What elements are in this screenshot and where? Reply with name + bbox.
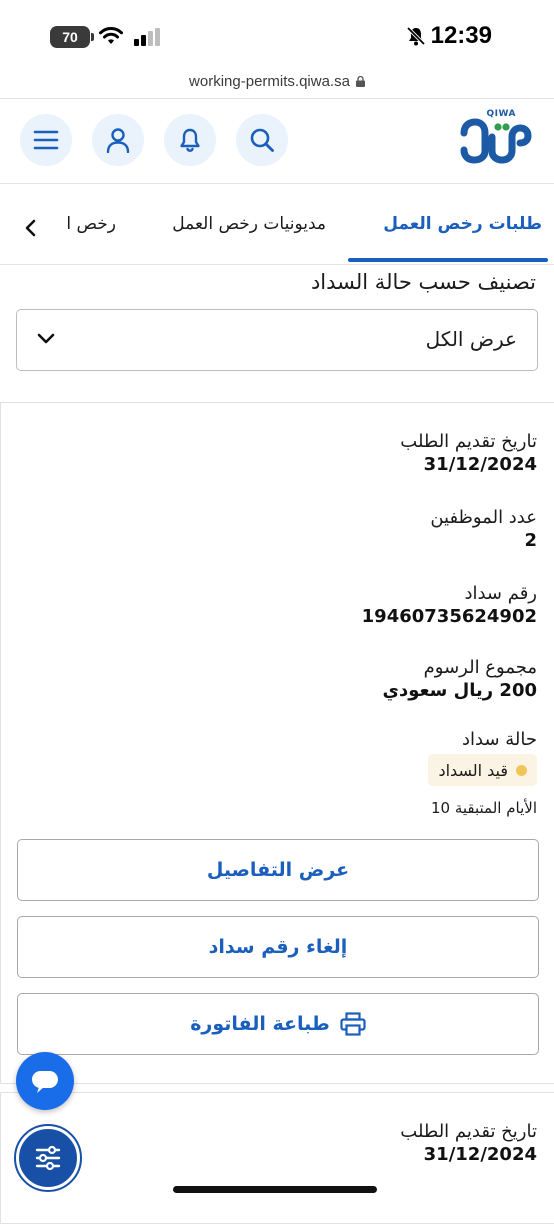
- url-text[interactable]: working-permits.qiwa.sa: [189, 73, 350, 90]
- active-tab-indicator: [348, 258, 548, 262]
- accessibility-settings-button[interactable]: [14, 1124, 82, 1192]
- bell-icon: [180, 128, 200, 152]
- employees-value: 2: [524, 530, 537, 551]
- clock: 12:39: [430, 22, 492, 49]
- select-value: عرض الكل: [425, 327, 517, 351]
- chat-support-button[interactable]: [16, 1052, 74, 1110]
- employees-field: عدد الموظفين 2: [430, 507, 537, 551]
- cancel-payment-label: إلغاء رقم سداد: [208, 936, 348, 958]
- battery-level: 70: [62, 29, 78, 45]
- total-fees-value: 200 ريال سعودي: [382, 680, 538, 701]
- view-details-button[interactable]: عرض التفاصيل: [17, 839, 539, 901]
- submission-date-value: 31/12/2024: [423, 454, 537, 475]
- logo-text: QIWA: [486, 109, 516, 119]
- battery-icon: 70: [50, 26, 94, 48]
- qiwa-logo[interactable]: QIWA: [456, 109, 534, 171]
- payment-status-label: حالة سداد: [461, 729, 537, 750]
- menu-button[interactable]: [20, 114, 72, 166]
- view-details-label: عرض التفاصيل: [206, 859, 350, 881]
- tab-work-permit-debts[interactable]: مديونيات رخص العمل: [172, 214, 326, 234]
- address-bar[interactable]: working-permits.qiwa.sa: [0, 64, 554, 98]
- lock-icon: [355, 75, 365, 87]
- payment-number-field: رقم سداد 19460735624902: [362, 583, 537, 627]
- print-invoice-button[interactable]: طباعة الفاتورة: [17, 993, 539, 1055]
- payment-number-label: رقم سداد: [464, 583, 537, 604]
- notifications-button[interactable]: [164, 114, 216, 166]
- request-card: تاريخ تقديم الطلب 31/12/2024 عدد الموظفي…: [0, 402, 554, 1084]
- tab-bar: طلبات رخص العمل مديونيات رخص العمل رخص ا: [0, 182, 554, 265]
- home-indicator: [173, 1186, 377, 1193]
- submission-date-value-2: 31/12/2024: [423, 1144, 537, 1165]
- qiwa-logo-icon: [460, 118, 532, 164]
- submission-date-label: تاريخ تقديم الطلب: [400, 431, 537, 452]
- payment-status-field: حالة سداد: [462, 729, 537, 750]
- cancel-payment-number-button[interactable]: إلغاء رقم سداد: [17, 916, 539, 978]
- silent-mode-icon: [406, 26, 426, 46]
- wifi-icon: [99, 27, 123, 44]
- tab-work-permits[interactable]: رخص ا: [66, 214, 116, 234]
- filter-label: تصنيف حسب حالة السداد: [310, 270, 536, 294]
- status-bar: 70 12:39: [0, 0, 554, 70]
- search-icon: [250, 128, 274, 152]
- search-button[interactable]: [236, 114, 288, 166]
- chat-bubble-icon: [32, 1071, 58, 1093]
- payment-status-filter-select[interactable]: عرض الكل: [16, 309, 538, 371]
- status-dot-icon: [516, 764, 527, 776]
- user-icon: [106, 128, 130, 153]
- tabs-scroll-left-icon[interactable]: [24, 219, 38, 237]
- remaining-days: الأيام المتبقية 10: [430, 799, 537, 817]
- print-invoice-label: طباعة الفاتورة: [190, 1013, 330, 1035]
- printer-icon: [340, 1012, 366, 1036]
- submission-date-field: تاريخ تقديم الطلب 31/12/2024: [400, 431, 537, 475]
- submission-date-field-2: تاريخ تقديم الطلب 31/12/2024: [400, 1121, 537, 1165]
- cellular-signal-icon: [134, 28, 160, 46]
- sliders-icon: [35, 1145, 61, 1171]
- status-badge: قيد السداد: [428, 754, 537, 786]
- site-header: QIWA: [0, 98, 554, 184]
- profile-button[interactable]: [92, 114, 144, 166]
- status-badge-text: قيد السداد: [438, 760, 508, 780]
- submission-date-label-2: تاريخ تقديم الطلب: [400, 1121, 537, 1142]
- request-card-2: تاريخ تقديم الطلب 31/12/2024: [0, 1092, 554, 1224]
- tab-work-permit-requests[interactable]: طلبات رخص العمل: [383, 214, 542, 234]
- total-fees-label: مجموع الرسوم: [423, 657, 537, 678]
- chevron-down-icon: [37, 333, 55, 344]
- employees-label: عدد الموظفين: [430, 507, 537, 528]
- total-fees-field: مجموع الرسوم 200 ريال سعودي: [383, 657, 538, 701]
- hamburger-menu-icon: [33, 130, 59, 150]
- payment-number-value: 19460735624902: [361, 606, 537, 627]
